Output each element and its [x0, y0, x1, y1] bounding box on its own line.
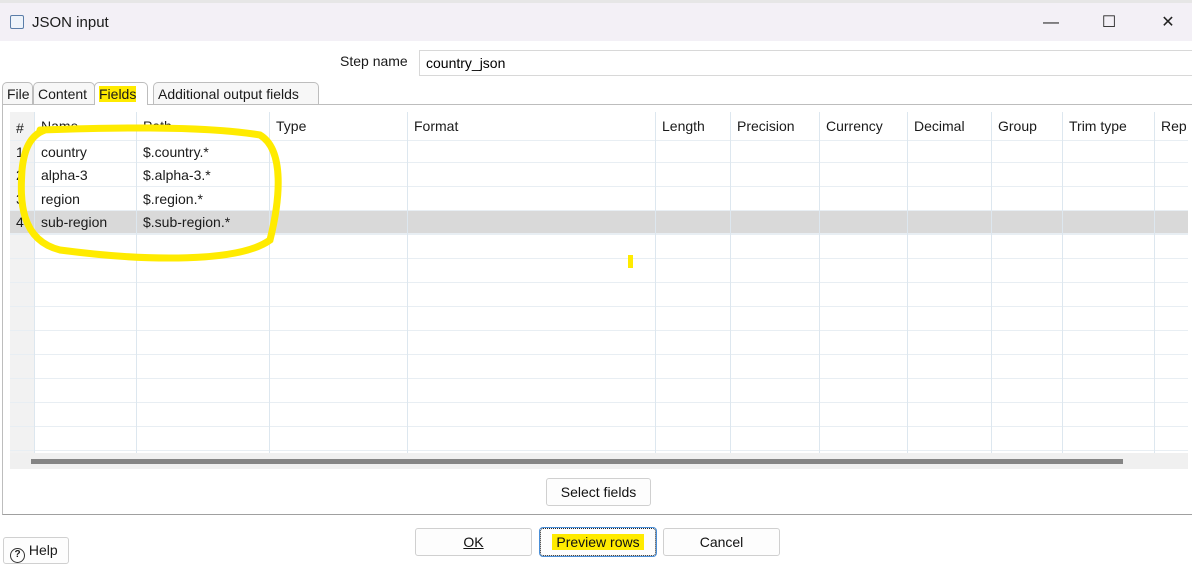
- header-precision[interactable]: Precision: [737, 118, 795, 134]
- column-divider: [908, 112, 992, 453]
- cell-path[interactable]: $.country.*: [143, 144, 209, 160]
- title-bar: JSON input — ☐ ✕: [0, 0, 1192, 41]
- cell-path[interactable]: $.sub-region.*: [143, 214, 230, 230]
- minimize-button[interactable]: —: [1036, 11, 1066, 35]
- help-label: Help: [28, 542, 58, 558]
- tab-fields[interactable]: Fields: [94, 82, 148, 105]
- cell-path[interactable]: $.alpha-3.*: [143, 167, 211, 183]
- header-currency[interactable]: Currency: [826, 118, 883, 134]
- cancel-button[interactable]: Cancel: [663, 528, 780, 556]
- help-icon: ?: [10, 548, 25, 563]
- column-divider: [270, 112, 408, 453]
- tab-file[interactable]: File: [2, 82, 33, 104]
- preview-rows-button[interactable]: Preview rows: [539, 527, 657, 557]
- tab-additional-output-fields[interactable]: Additional output fields: [153, 82, 319, 104]
- cell-num: 4: [16, 214, 24, 230]
- maximize-button[interactable]: ☐: [1094, 11, 1124, 35]
- close-button[interactable]: ✕: [1153, 11, 1183, 35]
- help-button[interactable]: ? Help: [3, 537, 69, 564]
- column-divider: [137, 112, 270, 453]
- scrollbar-thumb[interactable]: [31, 459, 1123, 464]
- column-divider: [992, 112, 1063, 453]
- cell-num: 1: [16, 144, 24, 160]
- step-name-input[interactable]: [419, 50, 1192, 76]
- preview-label: Preview rows: [552, 534, 644, 550]
- tab-content[interactable]: Content: [33, 82, 95, 104]
- header-number[interactable]: #: [16, 120, 24, 136]
- column-divider: [408, 112, 656, 453]
- tab-label: File: [7, 86, 30, 102]
- header-group[interactable]: Group: [998, 118, 1037, 134]
- column-divider: [10, 112, 35, 453]
- column-divider: [656, 112, 731, 453]
- column-divider: [35, 112, 137, 453]
- cancel-label: Cancel: [699, 534, 744, 550]
- ok-label: OK: [463, 534, 484, 550]
- header-type[interactable]: Type: [276, 118, 306, 134]
- header-length[interactable]: Length: [662, 118, 705, 134]
- header-format[interactable]: Format: [414, 118, 458, 134]
- column-divider: [820, 112, 908, 453]
- header-rep[interactable]: Rep: [1161, 118, 1187, 134]
- cell-name[interactable]: country: [41, 144, 87, 160]
- tab-label: Additional output fields: [158, 86, 299, 102]
- fields-table[interactable]: # Name Path Type Format Length Precision…: [10, 112, 1188, 453]
- json-input-step-icon: [10, 15, 24, 29]
- header-trim-type[interactable]: Trim type: [1069, 118, 1127, 134]
- tab-label: Fields: [99, 86, 137, 102]
- cell-name[interactable]: alpha-3: [41, 167, 88, 183]
- tab-label: Content: [38, 86, 88, 102]
- column-divider: [1063, 112, 1155, 453]
- column-divider: [731, 112, 820, 453]
- window-title: JSON input: [32, 14, 109, 31]
- cell-name[interactable]: sub-region: [41, 214, 107, 230]
- cell-num: 3: [16, 191, 24, 207]
- horizontal-scrollbar[interactable]: [10, 453, 1188, 469]
- header-path[interactable]: Path: [143, 118, 172, 134]
- step-name-label: Step name: [340, 53, 408, 69]
- select-fields-button[interactable]: Select fields: [546, 478, 651, 506]
- header-decimal[interactable]: Decimal: [914, 118, 965, 134]
- cell-name[interactable]: region: [41, 191, 80, 207]
- cell-path[interactable]: $.region.*: [143, 191, 203, 207]
- ok-button[interactable]: OK: [415, 528, 532, 556]
- cell-num: 2: [16, 167, 24, 183]
- header-name[interactable]: Name: [41, 118, 78, 134]
